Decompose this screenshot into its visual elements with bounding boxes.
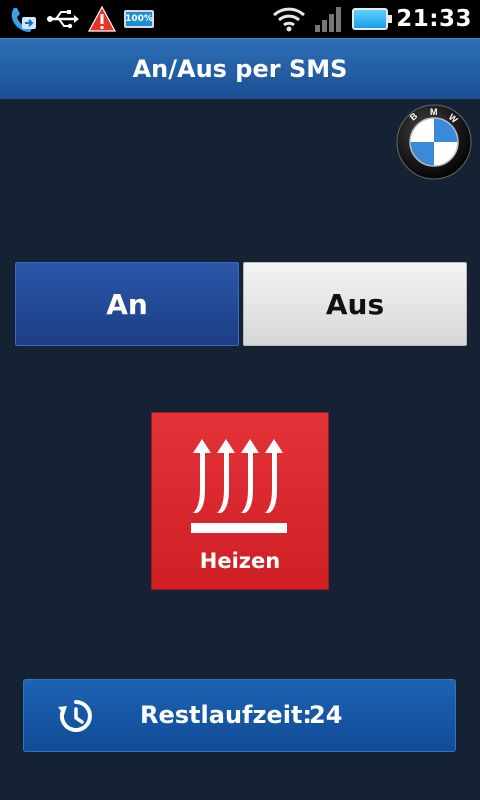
signal-icon xyxy=(315,7,342,32)
warning-icon xyxy=(88,6,116,32)
off-button-label: Aus xyxy=(325,287,385,321)
heizen-label: Heizen xyxy=(199,549,281,573)
remaining-time-label: Restlaufzeit: xyxy=(140,701,313,729)
heat-arrows-icon xyxy=(191,439,287,533)
bmw-letter-m: M xyxy=(430,107,438,117)
phone-forward-icon xyxy=(11,8,36,32)
on-button-label: An xyxy=(106,287,148,321)
wifi-icon xyxy=(273,7,306,32)
battery-small-icon: 100% xyxy=(124,10,154,28)
on-button[interactable]: An xyxy=(15,262,239,346)
off-button[interactable]: Aus xyxy=(243,262,467,346)
title-bar: An/Aus per SMS xyxy=(0,38,480,99)
status-bar: 100% 21:33 xyxy=(0,0,480,38)
status-bar-right-icons: 21:33 xyxy=(272,0,472,38)
battery-icon xyxy=(352,8,393,30)
usb-icon xyxy=(47,10,79,29)
heizen-button[interactable]: Heizen xyxy=(151,412,329,590)
page-title: An/Aus per SMS xyxy=(132,55,348,83)
refresh-timer-icon xyxy=(58,700,92,732)
remaining-time-value: 24 xyxy=(309,701,343,729)
on-off-toggle: An Aus xyxy=(15,262,467,346)
remaining-time-button[interactable]: Restlaufzeit: 24 xyxy=(23,679,456,752)
bmw-logo: B M W xyxy=(396,104,472,180)
status-bar-left-icons: 100% xyxy=(8,4,154,34)
clock: 21:33 xyxy=(396,6,472,32)
